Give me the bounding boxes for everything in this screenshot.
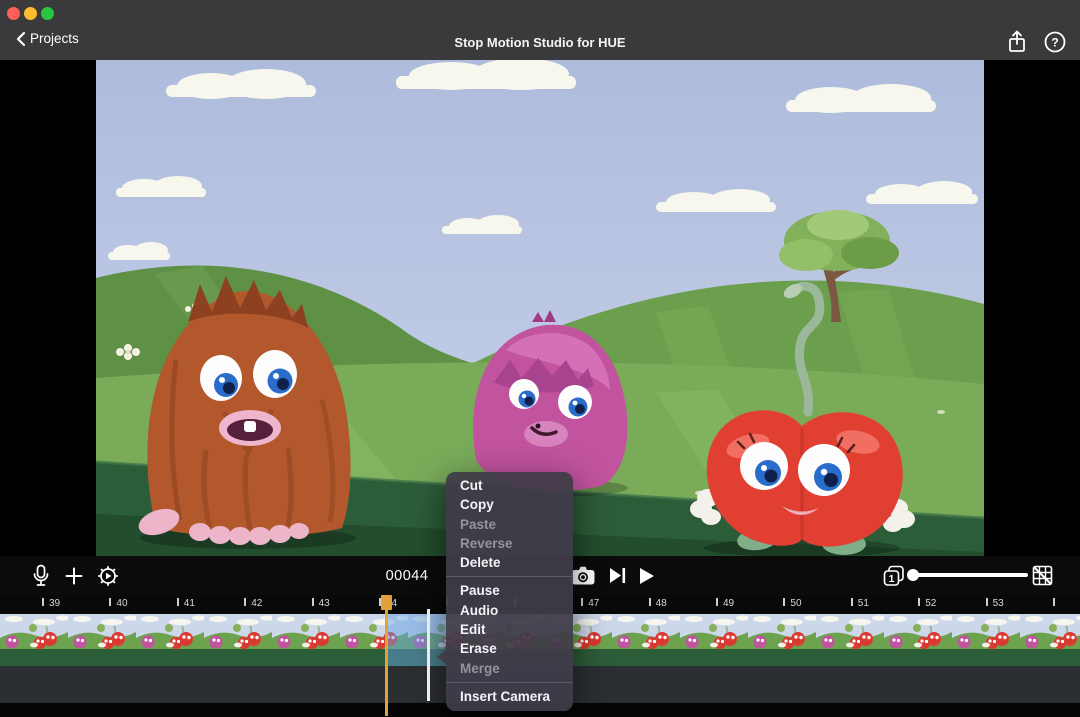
- help-button[interactable]: ?: [1042, 29, 1068, 55]
- menu-item-pause[interactable]: Pause: [446, 581, 573, 600]
- frame-thumbnail[interactable]: [748, 614, 818, 666]
- ruler-tick: [1053, 598, 1055, 606]
- share-button[interactable]: [1004, 29, 1030, 55]
- onion-skin-button[interactable]: 1: [880, 556, 908, 595]
- menu-item-merge: Merge: [446, 659, 573, 678]
- ruler-tick: [649, 598, 651, 606]
- onion-skin-slider-track[interactable]: [912, 573, 1028, 577]
- ruler-tick-label: 52: [925, 598, 936, 609]
- ruler-tick-label: 39: [49, 598, 60, 609]
- svg-text:?: ?: [1051, 36, 1058, 50]
- frame-thumbnail[interactable]: [68, 614, 138, 666]
- ruler-tick-label: 50: [790, 598, 801, 609]
- microphone-icon: [33, 564, 49, 588]
- ruler-tick-label: 51: [858, 598, 869, 609]
- add-icon: [65, 567, 83, 585]
- capture-frame-button[interactable]: [569, 556, 597, 595]
- menu-item-erase[interactable]: Erase: [446, 639, 573, 658]
- title-bar: Projects Stop Motion Studio for HUE ?: [0, 0, 1080, 60]
- menu-item-delete[interactable]: Delete: [446, 553, 573, 572]
- window-title: Stop Motion Studio for HUE: [0, 35, 1080, 50]
- ruler-tick: [986, 598, 988, 606]
- ruler-tick-label: 47: [588, 598, 599, 609]
- frame-thumbnail[interactable]: [204, 614, 274, 666]
- zoom-window-button[interactable]: [41, 7, 54, 20]
- ruler-tick: [581, 598, 583, 606]
- share-icon: [1007, 30, 1027, 54]
- play-button[interactable]: [634, 556, 660, 595]
- playhead[interactable]: [385, 595, 388, 716]
- record-audio-button[interactable]: [28, 556, 54, 595]
- frame-thumbnail[interactable]: [680, 614, 750, 666]
- onion-skin-slider-knob[interactable]: [907, 569, 919, 581]
- play-icon: [639, 567, 655, 585]
- menu-separator: [446, 682, 573, 683]
- ruler-tick: [244, 598, 246, 606]
- frame-thumbnail[interactable]: [1020, 614, 1080, 666]
- context-menu: CutCopyPasteReverseDelete PauseAudioEditE…: [446, 472, 573, 711]
- frame-thumbnail[interactable]: [0, 614, 70, 666]
- menu-item-audio[interactable]: Audio: [446, 601, 573, 620]
- frame-thumbnail[interactable]: [136, 614, 206, 666]
- menu-item-paste: Paste: [446, 515, 573, 534]
- ruler-tick: [42, 598, 44, 606]
- frame-thumbnail[interactable]: [816, 614, 886, 666]
- ruler-tick: [783, 598, 785, 606]
- help-icon: ?: [1043, 30, 1067, 54]
- minimize-window-button[interactable]: [24, 7, 37, 20]
- ruler-tick: [109, 598, 111, 606]
- add-frame-button[interactable]: [61, 556, 87, 595]
- menu-item-insert-camera[interactable]: Insert Camera: [446, 687, 573, 706]
- grid-overlay-button[interactable]: [1028, 556, 1056, 595]
- svg-text:1: 1: [889, 573, 895, 585]
- menu-item-cut[interactable]: Cut: [446, 476, 573, 495]
- playback-settings-button[interactable]: [95, 556, 121, 595]
- ruler-tick-label: 43: [319, 598, 330, 609]
- playhead-handle[interactable]: [381, 595, 392, 610]
- ruler-tick: [177, 598, 179, 606]
- context-menu-pointer: [437, 650, 446, 664]
- ruler-tick-label: 49: [723, 598, 734, 609]
- ruler-tick: [312, 598, 314, 606]
- frame-counter: 00044: [372, 556, 442, 595]
- menu-separator: [446, 576, 573, 577]
- skip-to-end-icon: [609, 567, 626, 584]
- ruler-tick-label: 53: [993, 598, 1004, 609]
- app-window: Projects Stop Motion Studio for HUE ?: [0, 0, 1080, 717]
- ruler-tick-label: 40: [116, 598, 127, 609]
- menu-item-copy[interactable]: Copy: [446, 495, 573, 514]
- capture-icon: [571, 566, 595, 585]
- frame-thumbnail[interactable]: [272, 614, 342, 666]
- ruler-tick-label: 42: [251, 598, 262, 609]
- ruler-tick: [918, 598, 920, 606]
- close-window-button[interactable]: [7, 7, 20, 20]
- frame-thumbnail[interactable]: [612, 614, 682, 666]
- ruler-tick-label: 48: [656, 598, 667, 609]
- insert-position-line: [427, 609, 430, 701]
- frame-thumbnail[interactable]: [884, 614, 954, 666]
- ruler-tick: [716, 598, 718, 606]
- playback-settings-icon: [97, 565, 119, 587]
- frame-thumbnail[interactable]: [952, 614, 1022, 666]
- menu-item-reverse: Reverse: [446, 534, 573, 553]
- ruler-tick: [851, 598, 853, 606]
- onion-skin-icon: 1: [883, 565, 905, 587]
- ruler-tick-label: 41: [184, 598, 195, 609]
- grid-overlay-off-icon: [1032, 565, 1053, 586]
- skip-to-end-button[interactable]: [604, 556, 630, 595]
- menu-item-edit[interactable]: Edit: [446, 620, 573, 639]
